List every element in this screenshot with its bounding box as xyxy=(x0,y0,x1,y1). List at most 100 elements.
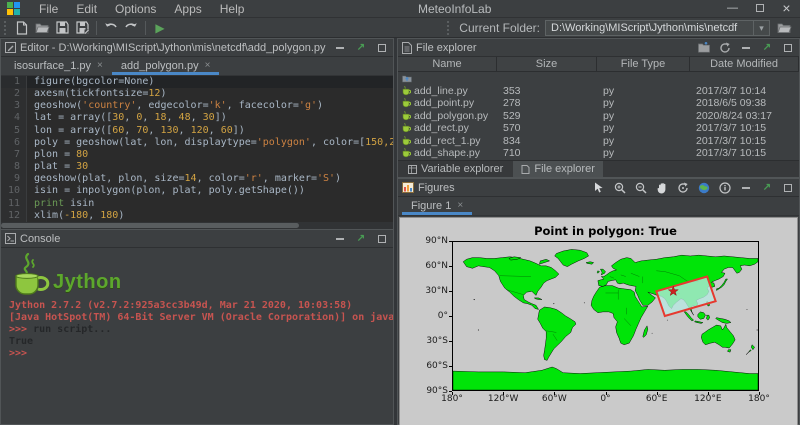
python-file-icon xyxy=(402,148,411,158)
line-number: 7 xyxy=(1,148,27,162)
current-folder-value[interactable]: D:\Working\MIScript\Jython\mis\netcdf xyxy=(546,22,753,34)
maximize-panel-icon[interactable] xyxy=(375,41,389,55)
code-editor[interactable]: 1 figure(bgcolor=None) 2 axesm(tickfontsize… xyxy=(1,76,393,222)
code-line-2[interactable]: 2 axesm(tickfontsize=12) xyxy=(1,88,393,101)
table-row[interactable]: add_shape.py 710 py 2017/3/7 10:15 xyxy=(398,147,799,160)
run-script-icon[interactable]: ▶ xyxy=(150,20,170,36)
save-as-icon[interactable] xyxy=(72,20,92,36)
column-header-file-type[interactable]: File Type xyxy=(597,57,690,71)
code-text: print isin xyxy=(34,197,95,209)
code-line-11[interactable]: 11 print isin xyxy=(1,197,393,210)
close-icon[interactable]: × xyxy=(97,60,103,71)
file-name-cell: add_line.py xyxy=(398,85,497,98)
close-icon[interactable]: × xyxy=(457,200,463,211)
float-panel-icon[interactable]: ↗ xyxy=(760,181,774,195)
zoom-out-icon[interactable] xyxy=(634,181,648,195)
line-number: 1 xyxy=(1,76,27,89)
new-file-icon[interactable] xyxy=(12,20,32,36)
zoom-in-icon[interactable] xyxy=(613,181,627,195)
save-icon[interactable] xyxy=(52,20,72,36)
table-row[interactable]: add_point.py 278 py 2018/6/5 09:38 xyxy=(398,97,799,110)
file-name-cell: add_shape.py xyxy=(398,147,497,160)
code-line-6[interactable]: 6 poly = geoshow(lat, lon, displaytype='p… xyxy=(1,136,393,149)
code-line-3[interactable]: 3 geoshow('country', edgecolor='k', facec… xyxy=(1,100,393,113)
close-window-button[interactable]: × xyxy=(773,0,800,18)
minimize-panel-icon[interactable] xyxy=(739,41,753,55)
tab-figure-1[interactable]: Figure 1 × xyxy=(402,196,473,215)
file-type-cell: py xyxy=(603,84,615,97)
minimize-panel-icon[interactable] xyxy=(333,41,347,55)
editor-tab-isosurface_1.py[interactable]: isosurface_1.py × xyxy=(5,56,112,75)
table-row[interactable]: add_rect.py 570 py 2017/3/7 10:15 xyxy=(398,122,799,135)
redo-icon[interactable] xyxy=(121,20,141,36)
console-output[interactable]: Jython Jython 2.7.2 (v2.7.2:925a3cc3b49d… xyxy=(1,248,393,424)
code-line-12[interactable]: 12 xlim(-180, 180) xyxy=(1,209,393,222)
column-header-size[interactable]: Size xyxy=(497,57,597,71)
current-folder-combobox[interactable]: D:\Working\MIScript\Jython\mis\netcdf ▾ xyxy=(545,19,770,36)
table-row[interactable]: add_rect_1.py 834 py 2017/3/7 10:15 xyxy=(398,135,799,148)
maximize-panel-icon[interactable] xyxy=(375,232,389,246)
file-table-header[interactable]: Name Size File Type Date Modified xyxy=(398,57,799,72)
figures-tab-bar: Figure 1 × xyxy=(398,197,799,216)
undo-icon[interactable] xyxy=(101,20,121,36)
toolbar-separator xyxy=(145,20,146,35)
close-icon[interactable]: × xyxy=(205,60,211,71)
folder-up-icon[interactable] xyxy=(697,41,711,55)
file-size-cell: 834 xyxy=(503,134,521,147)
float-panel-icon[interactable]: ↗ xyxy=(354,232,368,246)
code-line-5[interactable]: 5 lon = array([60, 70, 130, 120, 60]) xyxy=(1,124,393,137)
code-text: plon = 80 xyxy=(34,148,89,160)
editor-tab-add_polygon.py[interactable]: add_polygon.py × xyxy=(111,56,220,75)
menu-bar: File Edit Options Apps Help MeteoInfoLab — × xyxy=(0,0,800,18)
refresh-icon[interactable] xyxy=(718,41,732,55)
code-line-1[interactable]: 1 figure(bgcolor=None) xyxy=(1,76,393,89)
file-name-cell: add_polygon.py xyxy=(398,110,497,123)
select-arrow-icon[interactable] xyxy=(592,181,606,195)
python-file-icon xyxy=(402,135,411,145)
table-row[interactable]: add_line.py 353 py 2017/3/7 10:14 xyxy=(398,85,799,98)
minimize-window-button[interactable]: — xyxy=(719,0,746,18)
tab-variable-explorer[interactable]: Variable explorer xyxy=(400,161,511,177)
parent-directory-row[interactable] xyxy=(398,72,799,85)
menu-item-edit[interactable]: Edit xyxy=(67,0,106,18)
code-line-7[interactable]: 7 plon = 80 xyxy=(1,148,393,162)
maximize-panel-icon[interactable] xyxy=(781,181,795,195)
figure-canvas[interactable]: Point in polygon: True 90°N 60°N 30°N 0°… xyxy=(399,217,798,425)
code-line-8[interactable]: 8 plat = 30 xyxy=(1,161,393,174)
menu-item-apps[interactable]: Apps xyxy=(165,0,210,18)
figures-panel-header: Figures ↗ xyxy=(398,179,799,197)
maximize-window-button[interactable] xyxy=(746,0,773,18)
pan-hand-icon[interactable] xyxy=(655,181,669,195)
scrollbar-thumb[interactable] xyxy=(1,223,299,228)
menu-item-help[interactable]: Help xyxy=(211,0,254,18)
browse-folder-icon[interactable] xyxy=(774,20,794,36)
tab-file-explorer[interactable]: File explorer xyxy=(513,161,603,177)
column-header-date-modified[interactable]: Date Modified xyxy=(690,57,799,71)
map-plot-area[interactable] xyxy=(452,241,759,391)
console-panel: Console ↗ Jython Jython 2.7.2 (v2.7.2:92… xyxy=(0,229,394,425)
code-text: geoshow(plat, plon, size=14, color='r', … xyxy=(34,173,342,185)
open-file-icon[interactable] xyxy=(32,20,52,36)
chevron-down-icon[interactable]: ▾ xyxy=(753,20,769,35)
code-line-4[interactable]: 4 lat = array([30, 0, 18, 48, 30]) xyxy=(1,112,393,125)
float-panel-icon[interactable]: ↗ xyxy=(354,41,368,55)
menu-item-options[interactable]: Options xyxy=(106,0,165,18)
y-tick-mark xyxy=(449,366,452,367)
editor-horizontal-scrollbar[interactable] xyxy=(1,222,393,229)
column-header-name[interactable]: Name xyxy=(398,57,497,71)
python-file-icon xyxy=(402,98,411,108)
table-row[interactable]: add_polygon.py 529 py 2020/8/24 03:17 xyxy=(398,110,799,123)
rotate-icon[interactable] xyxy=(676,181,690,195)
identify-info-icon[interactable] xyxy=(718,181,732,195)
minimize-panel-icon[interactable] xyxy=(739,181,753,195)
maximize-panel-icon[interactable] xyxy=(781,41,795,55)
menu-item-file[interactable]: File xyxy=(30,0,67,18)
file-date-cell: 2017/3/7 10:15 xyxy=(696,147,767,159)
code-line-9[interactable]: 9 geoshow(plat, plon, size=14, color='r',… xyxy=(1,173,393,186)
minimize-panel-icon[interactable] xyxy=(333,232,347,246)
globe-icon[interactable] xyxy=(697,181,711,195)
code-line-10[interactable]: 10 isin = inpolygon(plon, plat, poly.getS… xyxy=(1,185,393,198)
line-number: 2 xyxy=(1,88,27,101)
console-icon xyxy=(5,233,16,244)
float-panel-icon[interactable]: ↗ xyxy=(760,41,774,55)
